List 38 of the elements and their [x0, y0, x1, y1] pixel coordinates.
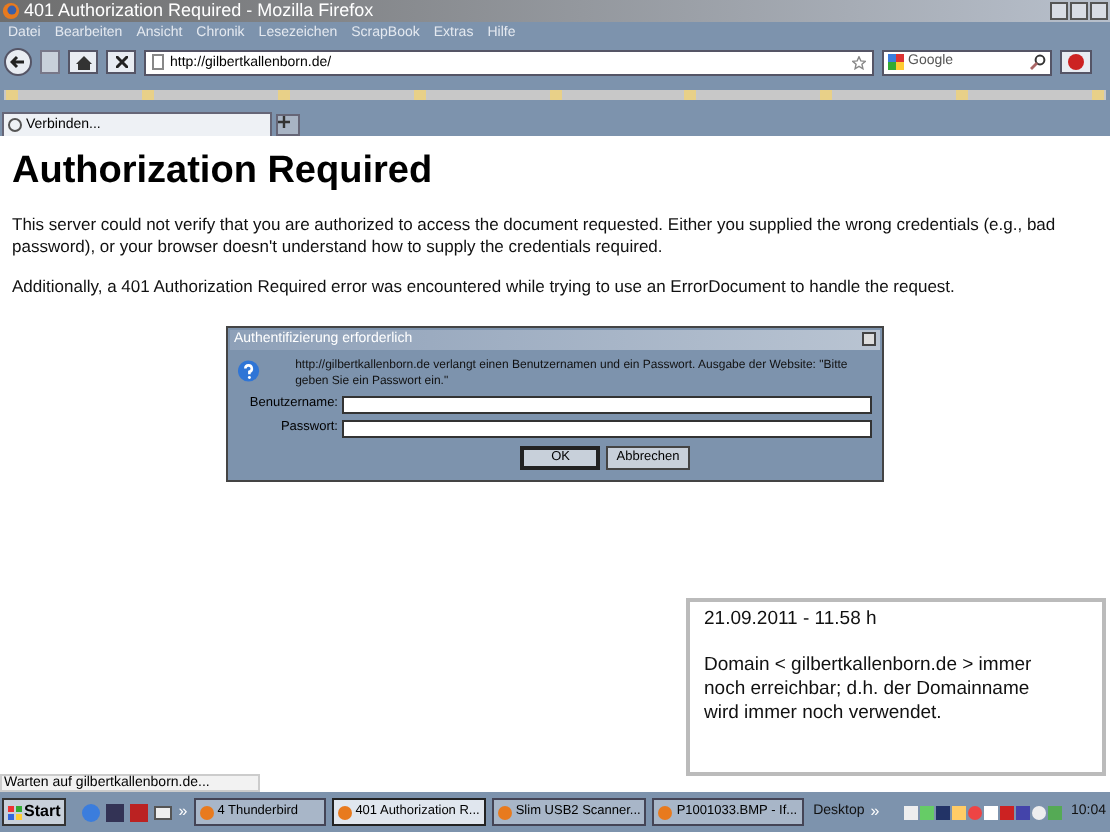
- maximize-button[interactable]: [1070, 2, 1088, 20]
- input-field[interactable]: [342, 419, 872, 438]
- back-arrow-icon: [10, 54, 26, 70]
- star-icon[interactable]: [852, 55, 866, 69]
- minimize-button[interactable]: [1050, 2, 1068, 20]
- stop-button[interactable]: [106, 50, 136, 74]
- home-icon: [75, 55, 91, 69]
- app-icon: [337, 805, 352, 819]
- addon-button[interactable]: [1060, 50, 1092, 74]
- loading-icon: [8, 118, 22, 132]
- stop-x-icon: [115, 56, 127, 68]
- start-button[interactable]: Start: [2, 798, 67, 826]
- firefox-icon: [2, 2, 20, 20]
- close-button[interactable]: [862, 332, 876, 347]
- google-icon: [888, 54, 904, 70]
- page-paragraph: This server could not verify that you are authorized to access the document requested. Either you supplied the wrong credentials (e.g., bad password), or your browser doesn't understand how to supply the credentials required.: [12, 213, 1058, 258]
- home-button[interactable]: [68, 50, 98, 74]
- app-icon: [199, 805, 214, 819]
- windows-logo-icon: [8, 805, 22, 819]
- forward-button[interactable]: [40, 50, 60, 74]
- note-text: Domain < gilbertkallenborn.de > immer noch erreichbar; d.h. der Domainname wird immer noch verwendet.: [704, 654, 1034, 726]
- app-icon: [658, 805, 673, 819]
- chevron[interactable]: »: [178, 800, 188, 824]
- back-button[interactable]: [4, 48, 32, 76]
- close-button[interactable]: [1090, 2, 1108, 20]
- question-icon: [238, 357, 260, 384]
- page-heading: Authorization Required: [12, 148, 435, 196]
- input-field[interactable]: [342, 395, 872, 414]
- plus-icon: [278, 116, 290, 128]
- page-icon: [152, 54, 164, 70]
- new-tab-button[interactable]: [276, 114, 300, 136]
- page-paragraph: Additionally, a 401 Authorization Required error was encountered while trying to use an ErrorDocument to handle the request.: [12, 275, 957, 298]
- app-icon: [497, 805, 512, 819]
- window-title: 401 Authorization Required - Mozilla Firefox: [24, 2, 374, 20]
- search-icon[interactable]: [1030, 54, 1046, 70]
- chevron[interactable]: »: [870, 800, 880, 824]
- note-text: 21.09.2011 - 11.58 h: [704, 608, 879, 632]
- addon-icon: [1068, 54, 1084, 70]
